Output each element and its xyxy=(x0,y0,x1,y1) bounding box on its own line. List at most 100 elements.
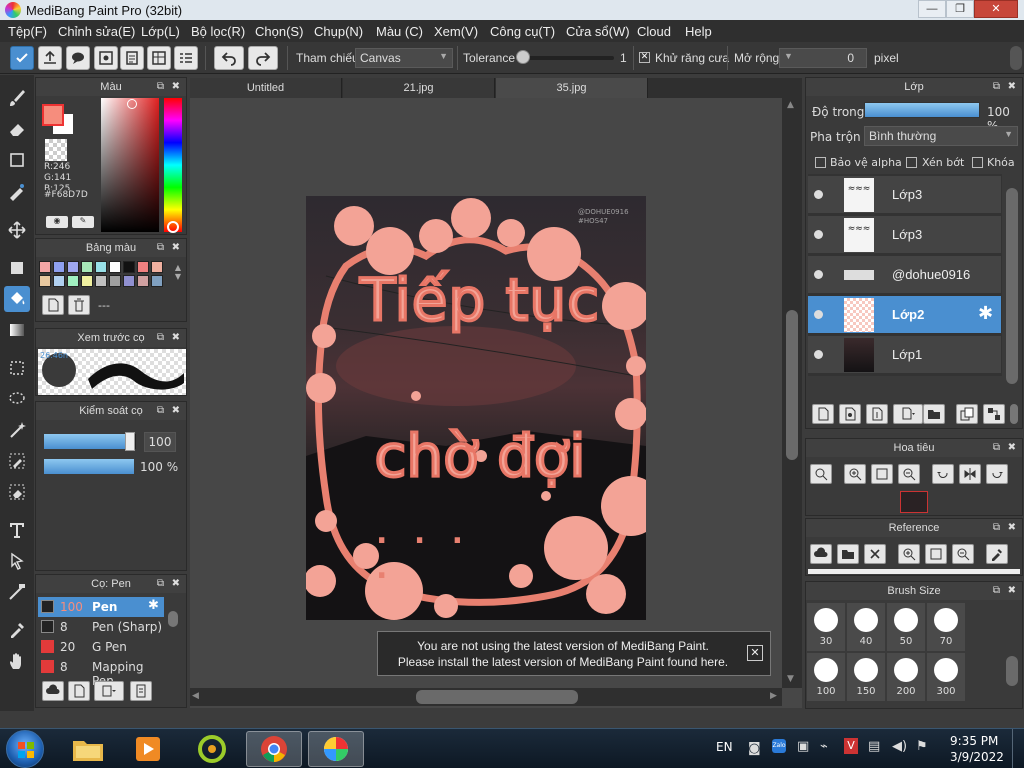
brush-size-preset[interactable]: 100 xyxy=(807,653,845,701)
layer-row[interactable]: ≈≈≈ Lớp3 xyxy=(808,176,1001,214)
brush-item[interactable]: 8 Pen (Sharp) xyxy=(38,617,164,637)
hand-tool-icon[interactable] xyxy=(4,648,30,674)
dot-tool-icon[interactable] xyxy=(4,147,30,173)
zoom-out-icon[interactable] xyxy=(898,464,920,484)
saturation-value-picker[interactable] xyxy=(101,98,159,232)
reference-zoom-in-icon[interactable] xyxy=(898,544,920,564)
brush-item-selected[interactable]: 100 Pen ✱ xyxy=(38,597,164,617)
device-tray-icon[interactable]: ▤ xyxy=(868,739,880,754)
brush-size-preset[interactable]: 300 xyxy=(927,653,965,701)
tab-35-jpg[interactable]: 35.jpg xyxy=(496,78,648,98)
new-layer-icon[interactable] xyxy=(812,404,834,424)
open-folder-icon[interactable] xyxy=(837,544,859,564)
tolerance-slider-track[interactable] xyxy=(518,56,614,60)
brush-item[interactable]: 20 G Pen xyxy=(38,637,164,657)
select-pen-tool-icon[interactable] xyxy=(4,448,30,474)
menu-select[interactable]: Chọn(S) xyxy=(255,24,303,39)
redo-icon[interactable] xyxy=(248,46,278,70)
brush-size-preset[interactable]: 40 xyxy=(847,603,885,651)
popout-icon[interactable]: ⧉ xyxy=(993,78,1000,96)
cloud-brush-icon[interactable] xyxy=(42,681,64,701)
navigator-thumbnail[interactable] xyxy=(900,491,928,513)
close-icon[interactable]: ✖ xyxy=(172,575,180,593)
alpha-protect-checkbox[interactable] xyxy=(815,157,826,168)
zoom-in-icon[interactable] xyxy=(844,464,866,484)
close-icon[interactable]: ✖ xyxy=(172,239,180,257)
palette-swatch[interactable] xyxy=(123,261,135,273)
brush-opacity-slider[interactable] xyxy=(44,459,134,474)
start-button[interactable] xyxy=(6,730,44,768)
merge-layer-icon[interactable] xyxy=(983,404,1005,424)
layer-settings-gear-icon[interactable]: ✱ xyxy=(978,303,993,324)
brush-size-value[interactable]: 100 xyxy=(144,432,176,452)
close-icon[interactable]: ✖ xyxy=(1008,439,1016,457)
game-app-icon[interactable] xyxy=(184,731,240,767)
popout-icon[interactable]: ⧉ xyxy=(993,519,1000,537)
reference-fit-icon[interactable] xyxy=(925,544,947,564)
palette-swatch[interactable] xyxy=(67,261,79,273)
palette-swatch[interactable] xyxy=(81,275,93,287)
popout-icon[interactable]: ⧉ xyxy=(993,439,1000,457)
document-icon[interactable] xyxy=(120,46,144,70)
eraser-tool-icon[interactable] xyxy=(4,116,30,142)
layer-row-selected[interactable]: Lớp2 ✱ xyxy=(808,296,1001,334)
lock-checkbox[interactable] xyxy=(972,157,983,168)
scroll-down-icon[interactable]: ▼ xyxy=(787,674,794,684)
tool-settings-icon[interactable] xyxy=(10,46,34,70)
tray-app-icon[interactable]: ▣ xyxy=(797,739,809,754)
new-folder-icon[interactable] xyxy=(923,404,945,424)
clock-time[interactable]: 9:35 PM xyxy=(950,734,998,748)
palette-swatch[interactable] xyxy=(39,261,51,273)
brush-list-scrollbar[interactable] xyxy=(168,611,178,627)
update-notice[interactable]: You are not using the latest version of … xyxy=(377,631,771,676)
hue-slider[interactable] xyxy=(164,98,182,232)
popout-icon[interactable]: ⧉ xyxy=(157,402,164,420)
palette-swatch[interactable] xyxy=(39,275,51,287)
grid-icon[interactable] xyxy=(147,46,171,70)
speech-bubble-icon[interactable] xyxy=(66,46,90,70)
visibility-eye-icon[interactable] xyxy=(814,270,823,279)
close-icon[interactable]: ✖ xyxy=(172,78,180,96)
reference-eyedropper-icon[interactable] xyxy=(986,544,1008,564)
move-tool-icon[interactable] xyxy=(4,217,30,243)
minimize-button[interactable]: — xyxy=(918,0,946,18)
language-indicator[interactable]: EN xyxy=(716,740,733,754)
brush-size-handle[interactable] xyxy=(125,432,135,451)
select-tool-icon[interactable] xyxy=(4,355,30,381)
toolbar-scroll[interactable] xyxy=(1010,46,1022,70)
zoom-reset-icon[interactable] xyxy=(810,464,832,484)
scroll-up-icon[interactable]: ▲ xyxy=(787,100,794,110)
foreground-color-swatch[interactable] xyxy=(42,104,64,126)
new-brush-icon[interactable] xyxy=(68,681,90,701)
brush-size-slider[interactable] xyxy=(44,434,136,449)
text-tool-icon[interactable] xyxy=(4,517,30,543)
visibility-eye-icon[interactable] xyxy=(814,350,823,359)
menu-edit[interactable]: Chỉnh sửa(E) xyxy=(58,24,135,39)
layer-opacity-slider[interactable] xyxy=(864,102,980,118)
popout-icon[interactable]: ⧉ xyxy=(157,575,164,593)
menu-window[interactable]: Cửa sổ(W) xyxy=(566,24,630,39)
layer-property-icon[interactable] xyxy=(94,46,118,70)
divide-tool-icon[interactable] xyxy=(4,579,30,605)
menu-filter[interactable]: Bộ lọc(R) xyxy=(191,24,245,39)
antialias-checkbox[interactable]: ✕ xyxy=(639,52,650,63)
palette-swatch[interactable] xyxy=(53,275,65,287)
new-palette-icon[interactable] xyxy=(42,295,64,315)
maximize-button[interactable]: ❐ xyxy=(946,0,974,18)
palette-swatch[interactable] xyxy=(109,261,121,273)
close-icon[interactable]: ✖ xyxy=(1008,582,1016,600)
show-desktop-button[interactable] xyxy=(1012,729,1024,768)
palette-swatch[interactable] xyxy=(95,275,107,287)
color-wheel-icon[interactable]: ◉ xyxy=(46,216,68,228)
eyedropper-icon[interactable]: ✎ xyxy=(72,216,94,228)
popout-icon[interactable]: ⧉ xyxy=(157,78,164,96)
visibility-eye-icon[interactable] xyxy=(814,310,823,319)
media-player-icon[interactable] xyxy=(120,731,176,767)
bucket-tool-icon[interactable] xyxy=(4,286,30,312)
palette-scroll-icon[interactable]: ▲ ▼ xyxy=(172,263,184,287)
reference-zoom-out-icon[interactable] xyxy=(952,544,974,564)
layer-row[interactable]: @dohue0916 xyxy=(808,256,1001,294)
discord-tray-icon[interactable]: ◙ xyxy=(748,741,761,756)
menu-tools[interactable]: Công cụ(T) xyxy=(490,24,555,39)
brush-size-scrollbar[interactable] xyxy=(1006,656,1018,686)
